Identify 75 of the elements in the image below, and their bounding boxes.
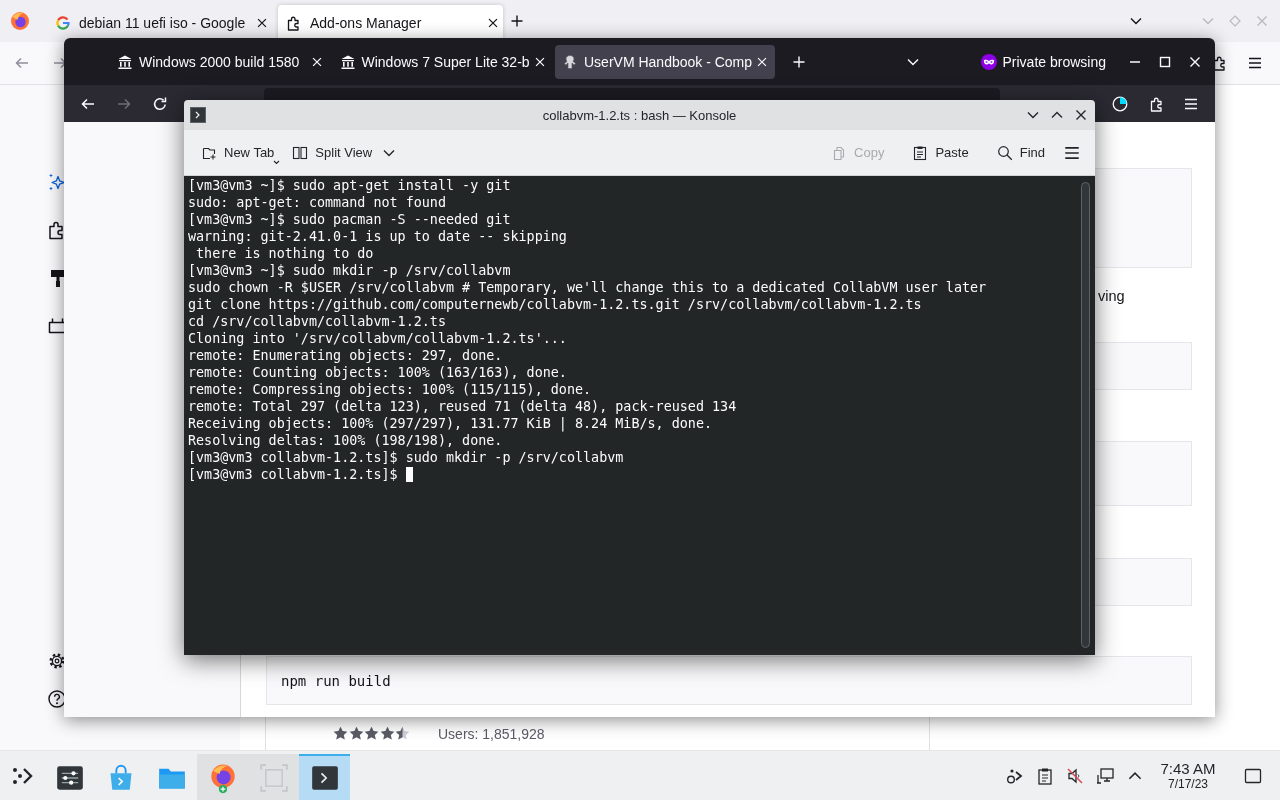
- help-icon[interactable]: [47, 689, 64, 709]
- browser-tab[interactable]: Add-ons Manager: [278, 5, 503, 41]
- terminal-line: Resolving deltas: 100% (198/198), done.: [188, 432, 503, 449]
- show-desktop-icon[interactable]: [1244, 766, 1262, 785]
- forward-icon[interactable]: [52, 55, 64, 71]
- terminal-line: [vm3@vm3 ~]$ sudo apt-get install -y git: [188, 177, 511, 194]
- terminal-line: git clone https://github.com/computernewb/collabvm-1.2.ts.git /srv/collabvm/collabvm-1.2.ts: [188, 296, 922, 313]
- window-title: collabvm-1.2.ts : bash — Konsole: [542, 107, 737, 123]
- puzzle-icon[interactable]: [1149, 95, 1165, 112]
- close-icon[interactable]: [486, 16, 500, 30]
- mask-icon: [980, 53, 997, 70]
- split-view-button[interactable]: Split View: [286, 137, 404, 168]
- emblem-icon: [562, 53, 578, 70]
- browser-icon: [208, 762, 237, 794]
- caret-icon: [273, 159, 281, 165]
- paste-button[interactable]: Paste: [906, 137, 975, 168]
- terminal-icon: [310, 764, 339, 792]
- terminal-line: [vm3@vm3 collabvm-1.2.ts]$ sudo mkdir -p /srv/collabvm: [188, 449, 624, 466]
- puzzle-icon: [286, 15, 302, 31]
- browser-tab[interactable]: Windows 7 Super Lite 32-b: [332, 44, 553, 79]
- terminal-line: there is nothing to do: [195, 245, 374, 262]
- close-icon[interactable]: [255, 16, 269, 30]
- browser-tab[interactable]: debian 11 uefi iso - Google: [47, 5, 272, 41]
- speaker-muted-icon[interactable]: [1066, 766, 1084, 785]
- star-icon: [395, 726, 410, 741]
- terminal-line: sudo chown -R $USER /srv/collabvm # Temporary, we'll change this to a dedicated CollabVM user later: [188, 279, 987, 296]
- find-button[interactable]: Find: [990, 137, 1051, 168]
- settings-icon[interactable]: [47, 651, 64, 671]
- terminal-line: [vm3@vm3 ~]$ sudo pacman -S --needed git: [188, 211, 511, 228]
- terminal-line: remote: Total 297 (delta 123), reused 71 (delta 48), pack-reused 134: [188, 398, 737, 415]
- terminal-line: cd /srv/collabvm/collabvm-1.2.ts: [188, 313, 446, 330]
- network-icon[interactable]: [1096, 766, 1114, 785]
- block-icon[interactable]: [47, 316, 64, 336]
- star-icon: [364, 726, 379, 741]
- taskbar-button[interactable]: [299, 754, 350, 800]
- ring-logo-icon: [55, 15, 71, 31]
- clipboard-icon[interactable]: [1036, 766, 1054, 785]
- code-block: npm run build: [266, 656, 1192, 705]
- new-tab-button[interactable]: New Tab: [195, 137, 281, 168]
- terminal-line: Receiving objects: 100% (297/297), 131.77 KiB | 8.24 MiB/s, done.: [188, 415, 713, 432]
- user-count: Users: 1,851,928: [438, 725, 545, 742]
- paste-icon: [912, 144, 929, 161]
- clock[interactable]: 7:43 AM 7/17/23: [1156, 751, 1220, 800]
- account-icon[interactable]: [1112, 95, 1128, 112]
- browser-tab[interactable]: UserVM Handbook - Comp: [555, 44, 775, 79]
- star-icon: [379, 726, 395, 741]
- private-browsing-label: Private browsing: [1002, 53, 1106, 70]
- sliders-icon: [55, 764, 84, 792]
- building-icon: [117, 53, 133, 70]
- puzzle-icon[interactable]: [47, 220, 64, 240]
- puzzle-icon[interactable]: [1215, 55, 1228, 71]
- browser-logo-icon[interactable]: [10, 11, 30, 31]
- terminal-line: warning: git-2.41.0-1 is up to date -- skipping: [188, 228, 567, 245]
- frame-icon: [259, 764, 288, 792]
- search-icon: [996, 144, 1013, 161]
- building-icon: [339, 53, 356, 70]
- star-icon: [348, 726, 364, 741]
- split-view-icon: [292, 144, 309, 161]
- reload-icon[interactable]: [152, 95, 168, 112]
- terminal-line: remote: Compressing objects: 100% (115/115), done.: [188, 381, 592, 398]
- browser-tab[interactable]: Windows 2000 build 1580: [110, 44, 330, 79]
- scrollbar[interactable]: [1081, 182, 1090, 648]
- sparkle-icon[interactable]: [47, 172, 64, 192]
- star-icon: [333, 726, 348, 741]
- terminal-line: [vm3@vm3 collabvm-1.2.ts]$: [188, 466, 398, 483]
- terminal-icon: [190, 107, 206, 123]
- terminal-line: sudo: apt-get: command not found: [188, 194, 446, 211]
- terminal-line: [vm3@vm3 ~]$ sudo mkdir -p /srv/collabvm: [188, 262, 511, 279]
- menu-icon[interactable]: [1247, 55, 1263, 71]
- terminal-line: remote: Enumerating objects: 297, done.: [188, 347, 503, 364]
- terminal-line: Cloning into '/srv/collabvm/collabvm-1.2.ts'...: [188, 330, 567, 347]
- terminal-line: remote: Counting objects: 100% (163/163), done.: [188, 364, 567, 381]
- plus-icon[interactable]: [509, 13, 525, 29]
- paragraph-text: ving: [1098, 287, 1125, 305]
- url-field[interactable]: [264, 88, 1000, 100]
